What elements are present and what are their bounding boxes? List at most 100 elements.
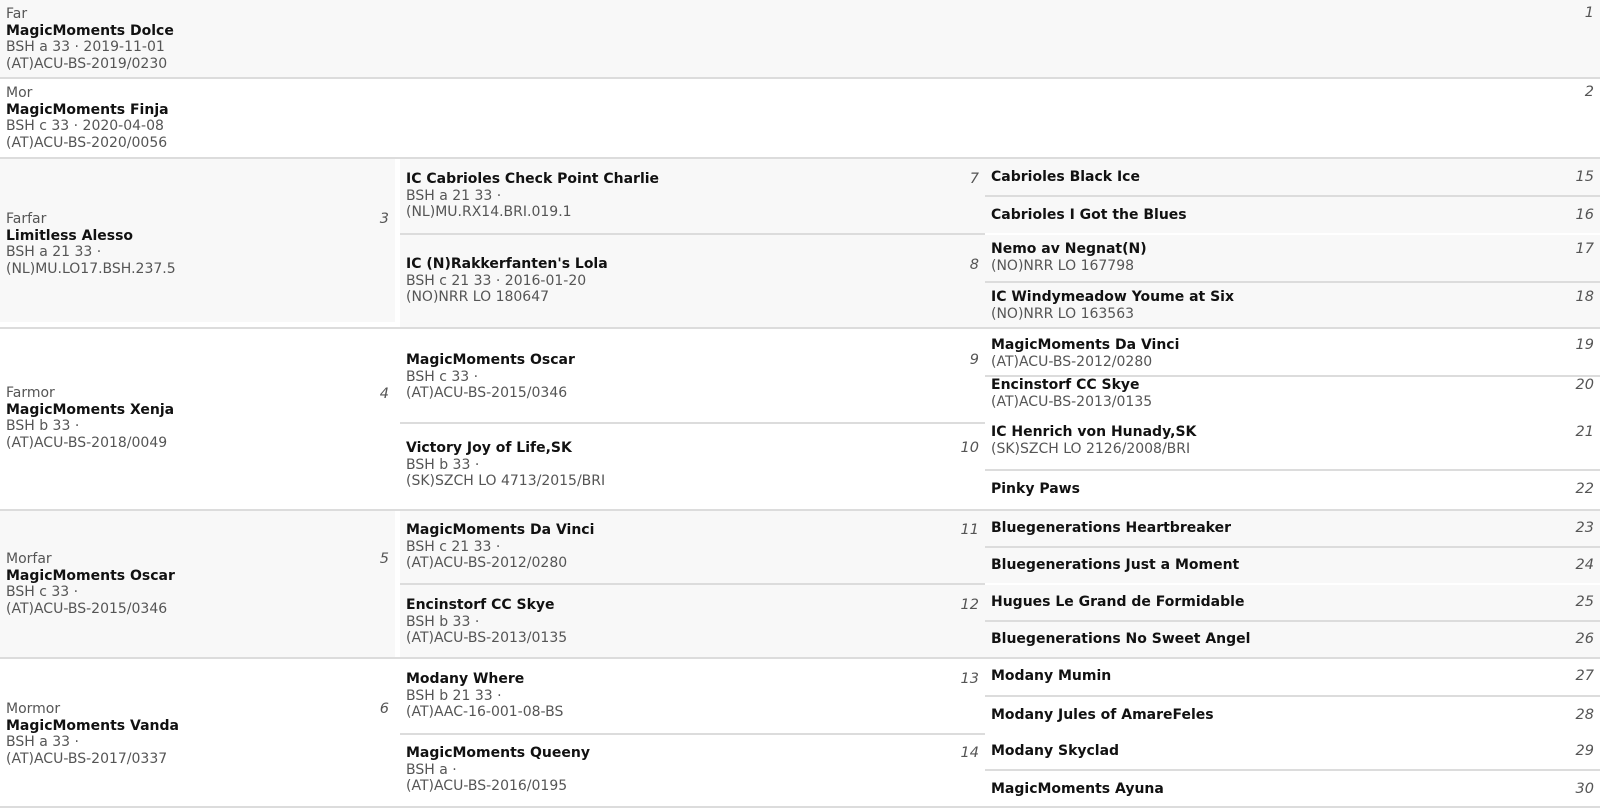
entry-number: 26 bbox=[1575, 631, 1594, 647]
cat-name: MagicMoments Vanda bbox=[6, 717, 179, 734]
cat-name: IC Henrich von Hunady,SK bbox=[991, 424, 1197, 440]
entry-number: 25 bbox=[1575, 594, 1594, 610]
cat-name: Cabrioles I Got the Blues bbox=[991, 207, 1187, 223]
cat-breed-info: BSH a 21 33 · bbox=[6, 244, 102, 260]
relation-label: Mor bbox=[6, 85, 33, 101]
cat-registration: (AT)ACU-BS-2013/0135 bbox=[406, 630, 568, 646]
entry-number: 14 bbox=[960, 745, 979, 761]
great-grandparent-entry: MagicMoments Oscar BSH c 33 · (AT)ACU-BS… bbox=[400, 329, 985, 422]
cat-registration: (AT)ACU-BS-2020/0056 bbox=[6, 134, 168, 151]
relation-label: Farmor bbox=[6, 385, 55, 401]
ancestor-entry: Nemo av Negnat(N) (NO)NRR LO 167798 17 bbox=[985, 235, 1600, 281]
cat-breed-info: BSH a 33 · 2019-11-01 bbox=[6, 39, 165, 55]
grandparent-entry: Farfar Limitless Alesso BSH a 21 33 · (N… bbox=[0, 159, 395, 322]
cat-name: Cabrioles Black Ice bbox=[991, 169, 1140, 185]
cat-registration: (AT)ACU-BS-2012/0280 bbox=[991, 353, 1153, 370]
cat-registration: (AT)AAC-16-001-08-BS bbox=[406, 704, 564, 720]
cat-name: Bluegenerations Just a Moment bbox=[991, 557, 1240, 573]
ancestor-entry: Encinstorf CC Skye (AT)ACU-BS-2013/0135 … bbox=[985, 377, 1600, 422]
entry-number: 16 bbox=[1575, 207, 1594, 223]
cat-name: Bluegenerations Heartbreaker bbox=[991, 520, 1232, 536]
cat-registration: (NL)MU.RX14.BRI.019.1 bbox=[406, 204, 572, 220]
cat-registration: (AT)ACU-BS-2017/0337 bbox=[6, 750, 168, 767]
relation-label: Farfar bbox=[6, 211, 47, 227]
cat-name: MagicMoments Da Vinci bbox=[991, 337, 1180, 353]
cat-registration: (NO)NRR LO 167798 bbox=[991, 257, 1135, 274]
entry-number: 27 bbox=[1575, 668, 1594, 684]
ancestor-entry: Modany Mumin 27 bbox=[985, 659, 1600, 695]
entry-number: 19 bbox=[1575, 337, 1594, 353]
ancestor-entry: Cabrioles Black Ice 15 bbox=[985, 159, 1600, 195]
entry-number: 13 bbox=[960, 671, 979, 687]
ancestor-entry: Modany Skyclad 29 bbox=[985, 735, 1600, 769]
grandparent-entry: Farmor MagicMoments Xenja BSH b 33 · (AT… bbox=[0, 329, 395, 509]
cat-breed-info: BSH b 33 · bbox=[6, 418, 80, 434]
ancestor-entry: Hugues Le Grand de Formidable 25 bbox=[985, 585, 1600, 620]
entry-number: 8 bbox=[969, 257, 979, 273]
cat-registration: (NO)NRR LO 180647 bbox=[406, 289, 550, 305]
cat-name: Encinstorf CC Skye bbox=[406, 597, 555, 613]
cat-breed-info: BSH a · bbox=[406, 761, 457, 778]
cat-name: MagicMoments Oscar bbox=[6, 567, 175, 584]
ancestor-entry: MagicMoments Ayuna 30 bbox=[985, 771, 1600, 806]
cat-name: Limitless Alesso bbox=[6, 227, 134, 244]
entry-number: 24 bbox=[1575, 557, 1594, 573]
entry-number: 2 bbox=[1584, 84, 1594, 100]
cat-name: Hugues Le Grand de Formidable bbox=[991, 594, 1245, 610]
ancestor-entry: Bluegenerations No Sweet Angel 26 bbox=[985, 622, 1600, 657]
grandparent-entry: Morfar MagicMoments Oscar BSH c 33 · (AT… bbox=[0, 511, 395, 657]
cat-registration: (AT)ACU-BS-2015/0346 bbox=[406, 385, 568, 401]
cat-breed-info: BSH c 21 33 · bbox=[406, 538, 501, 555]
cat-registration: (AT)ACU-BS-2019/0230 bbox=[6, 55, 168, 72]
pedigree-tree: Far MagicMoments Dolce BSH a 33 · 2019-1… bbox=[0, 0, 1600, 808]
great-grandparent-entry: Victory Joy of Life,SK BSH b 33 · (SK)SZ… bbox=[400, 424, 985, 509]
cat-name: Victory Joy of Life,SK bbox=[406, 440, 572, 456]
relation-label: Mormor bbox=[6, 701, 61, 717]
great-grandparent-entry: IC (N)Rakkerfanten's Lola BSH c 21 33 · … bbox=[400, 235, 985, 327]
entry-number: 23 bbox=[1575, 520, 1594, 536]
ancestor-entry: Cabrioles I Got the Blues 16 bbox=[985, 197, 1600, 233]
great-grandparent-entry: MagicMoments Da Vinci BSH c 21 33 · (AT)… bbox=[400, 511, 985, 583]
cat-name: Modany Mumin bbox=[991, 668, 1112, 684]
entry-number: 18 bbox=[1575, 289, 1594, 305]
entry-number: 20 bbox=[1575, 377, 1594, 393]
cat-registration: (AT)ACU-BS-2013/0135 bbox=[991, 393, 1153, 410]
cat-registration: (AT)ACU-BS-2015/0346 bbox=[6, 600, 168, 617]
cat-name: Modany Where bbox=[406, 671, 525, 687]
ancestor-entry: Modany Jules of AmareFeles 28 bbox=[985, 697, 1600, 733]
cat-name: MagicMoments Xenja bbox=[6, 401, 175, 418]
cat-registration: (AT)ACU-BS-2018/0049 bbox=[6, 434, 168, 451]
ancestor-entry: Pinky Paws 22 bbox=[985, 471, 1600, 509]
cat-name: MagicMoments Dolce bbox=[6, 22, 174, 39]
relation-label: Morfar bbox=[6, 551, 52, 567]
ancestor-entry: IC Windymeadow Youme at Six (NO)NRR LO 1… bbox=[985, 283, 1600, 327]
cat-name: Encinstorf CC Skye bbox=[991, 377, 1140, 393]
cat-name: IC Cabrioles Check Point Charlie bbox=[406, 171, 660, 187]
cat-name: MagicMoments Ayuna bbox=[991, 781, 1164, 797]
cat-name: MagicMoments Da Vinci bbox=[406, 522, 595, 538]
ancestor-entry: MagicMoments Da Vinci (AT)ACU-BS-2012/02… bbox=[985, 329, 1600, 375]
entry-number: 10 bbox=[960, 440, 979, 456]
entry-number: 28 bbox=[1575, 707, 1594, 723]
cat-name: MagicMoments Finja bbox=[6, 101, 169, 118]
entry-number: 6 bbox=[379, 701, 389, 717]
entry-number: 1 bbox=[1584, 5, 1594, 21]
cat-breed-info: BSH c 21 33 · 2016-01-20 bbox=[406, 272, 587, 289]
cat-breed-info: BSH a 33 · bbox=[6, 734, 79, 750]
entry-number: 22 bbox=[1575, 481, 1594, 497]
cat-breed-info: BSH b 33 · bbox=[406, 456, 480, 473]
cat-name: MagicMoments Queeny bbox=[406, 745, 590, 761]
great-grandparent-entry: Modany Where BSH b 21 33 · (AT)AAC-16-00… bbox=[400, 659, 985, 733]
cat-registration: (NL)MU.LO17.BSH.237.5 bbox=[6, 260, 176, 277]
cat-breed-info: BSH c 33 · bbox=[6, 584, 79, 600]
cat-registration: (AT)ACU-BS-2016/0195 bbox=[406, 778, 568, 794]
cat-name: Modany Skyclad bbox=[991, 743, 1120, 759]
parent-entry-mother: Mor MagicMoments Finja BSH c 33 · 2020-0… bbox=[0, 79, 1600, 157]
entry-number: 30 bbox=[1575, 781, 1594, 797]
cat-breed-info: BSH c 33 · 2020-04-08 bbox=[6, 118, 164, 134]
cat-registration: (SK)SZCH LO 2126/2008/BRI bbox=[991, 440, 1191, 457]
entry-number: 7 bbox=[969, 171, 979, 187]
cat-registration: (AT)ACU-BS-2012/0280 bbox=[406, 555, 568, 571]
ancestor-entry: Bluegenerations Just a Moment 24 bbox=[985, 548, 1600, 583]
relation-label: Far bbox=[6, 6, 28, 22]
